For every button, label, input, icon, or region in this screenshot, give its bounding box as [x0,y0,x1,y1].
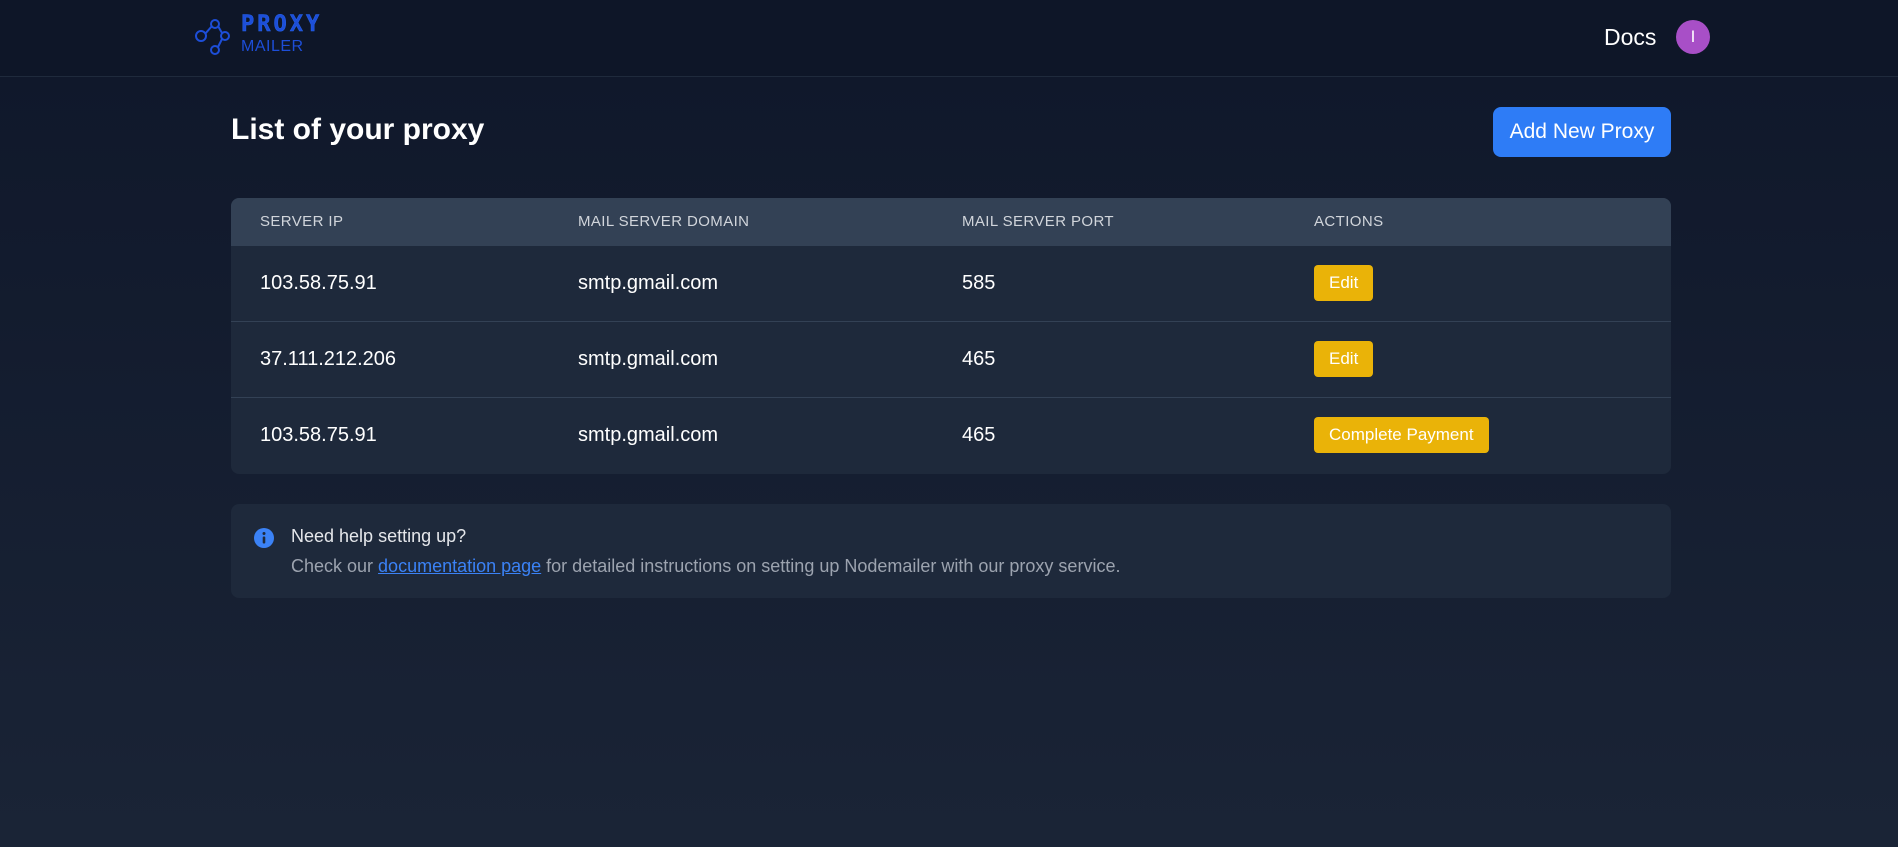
help-text: Check our documentation page for detaile… [291,556,1120,577]
table-row: 37.111.212.206 smtp.gmail.com 465 Edit [231,322,1671,398]
help-text-before: Check our [291,556,379,576]
table-row: 103.58.75.91 smtp.gmail.com 465 Complete… [231,398,1671,474]
column-header-server-ip: SERVER IP [260,213,344,230]
documentation-link[interactable]: documentation page [378,556,541,576]
proxy-table: SERVER IP MAIL SERVER DOMAIN MAIL SERVER… [231,198,1671,474]
domain-cell: smtp.gmail.com [578,348,719,370]
server-ip-cell: 103.58.75.91 [260,424,377,446]
add-new-proxy-button[interactable]: Add New Proxy [1493,107,1671,157]
server-ip-cell: 37.111.212.206 [260,348,397,370]
server-ip-cell: 103.58.75.91 [260,272,377,294]
page-title: List of your proxy [231,113,485,146]
nav-docs-link[interactable]: Docs [1604,24,1656,51]
column-header-mail-server-domain: MAIL SERVER DOMAIN [578,213,750,230]
logo[interactable]: PROXY MAILER [193,12,323,58]
column-header-mail-server-port: MAIL SERVER PORT [962,213,1114,230]
complete-payment-button[interactable]: Complete Payment [1314,417,1489,453]
network-nodes-icon [195,19,230,55]
edit-button[interactable]: Edit [1314,265,1374,301]
logo-word: PROXY [241,12,323,37]
edit-button[interactable]: Edit [1314,341,1374,377]
column-header-actions: ACTIONS [1314,213,1384,230]
logo-text: PROXY MAILER [241,12,323,55]
logo-subtitle: MAILER [241,38,304,55]
domain-cell: smtp.gmail.com [578,424,719,446]
domain-cell: smtp.gmail.com [578,272,719,294]
table-header-row: SERVER IP MAIL SERVER DOMAIN MAIL SERVER… [231,198,1671,246]
user-avatar[interactable]: I [1676,20,1710,54]
help-title: Need help setting up? [291,526,467,546]
port-cell: 465 [962,348,996,370]
help-notice: Need help setting up? Check our document… [231,504,1671,598]
port-cell: 585 [962,272,996,294]
info-icon [254,528,274,548]
top-navbar: PROXY MAILER Docs I [0,0,1898,77]
port-cell: 465 [962,424,996,446]
table-row: 103.58.75.91 smtp.gmail.com 585 Edit [231,246,1671,322]
help-text-after: for detailed instructions on setting up … [541,556,1121,576]
